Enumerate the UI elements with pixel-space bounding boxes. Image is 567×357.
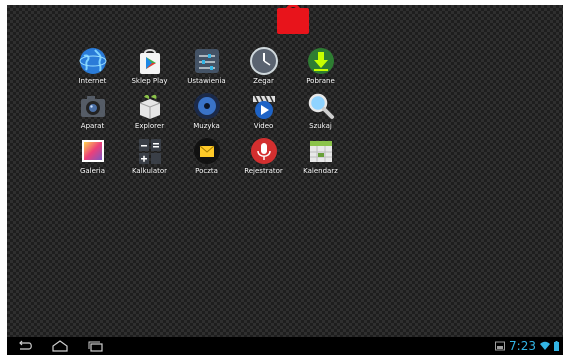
app-ustawienia[interactable]: Ustawienia [178, 46, 235, 91]
app-kalkulator[interactable]: Kalkulator [121, 136, 178, 181]
status-area[interactable]: 7:23 [495, 338, 559, 354]
microphone-icon [249, 136, 279, 166]
app-label: Zegar [253, 77, 274, 85]
app-label: Muzyka [193, 122, 220, 130]
app-grid: Internet Sklep Play Ustawienia Zegar Pob… [64, 46, 349, 181]
app-explorer[interactable]: Explorer [121, 91, 178, 136]
app-rejestrator[interactable]: Rejestrator [235, 136, 292, 181]
calculator-icon [135, 136, 165, 166]
app-kalendarz[interactable]: Kalendarz [292, 136, 349, 181]
music-icon [192, 91, 222, 121]
app-label: Video [253, 122, 274, 130]
app-aparat[interactable]: Aparat [64, 91, 121, 136]
app-label: Poczta [195, 167, 218, 175]
app-muzyka[interactable]: Muzyka [178, 91, 235, 136]
app-label: Internet [78, 77, 107, 85]
app-zegar[interactable]: Zegar [235, 46, 292, 91]
navigation-bar: 7:23 [7, 337, 563, 355]
screenshot-notification-icon [495, 341, 506, 351]
file-explorer-icon [135, 91, 165, 121]
app-label: Sklep Play [131, 77, 168, 85]
app-label: Galeria [79, 167, 106, 175]
app-label: Pobrane [306, 77, 335, 85]
recent-apps-icon[interactable] [87, 340, 105, 352]
app-label: Kalkulator [131, 167, 168, 175]
gallery-icon [78, 136, 108, 166]
home-icon[interactable] [51, 340, 69, 352]
app-szukaj[interactable]: Szukaj [292, 91, 349, 136]
app-video[interactable]: Video [235, 91, 292, 136]
mail-icon [192, 136, 222, 166]
download-icon [306, 46, 336, 76]
play-store-icon [135, 46, 165, 76]
video-icon [249, 91, 279, 121]
app-poczta[interactable]: Poczta [178, 136, 235, 181]
back-icon[interactable] [15, 340, 33, 352]
search-icon [306, 91, 336, 121]
store-badge-icon[interactable] [277, 5, 309, 34]
clock-time: 7:23 [509, 339, 536, 353]
calendar-icon [306, 136, 336, 166]
settings-icon [192, 46, 222, 76]
battery-icon [554, 341, 559, 351]
camera-icon [78, 91, 108, 121]
home-screen: Internet Sklep Play Ustawienia Zegar Pob… [7, 5, 563, 355]
app-label: Szukaj [309, 122, 332, 130]
app-galeria[interactable]: Galeria [64, 136, 121, 181]
app-label: Ustawienia [187, 77, 226, 85]
app-label: Kalendarz [303, 167, 338, 175]
app-label: Rejestrator [244, 167, 283, 175]
clock-icon [249, 46, 279, 76]
globe-icon [78, 46, 108, 76]
app-pobrane[interactable]: Pobrane [292, 46, 349, 91]
wifi-icon [540, 341, 550, 351]
app-sklep-play[interactable]: Sklep Play [121, 46, 178, 91]
app-label: Aparat [80, 122, 105, 130]
app-internet[interactable]: Internet [64, 46, 121, 91]
app-label: Explorer [134, 122, 165, 130]
